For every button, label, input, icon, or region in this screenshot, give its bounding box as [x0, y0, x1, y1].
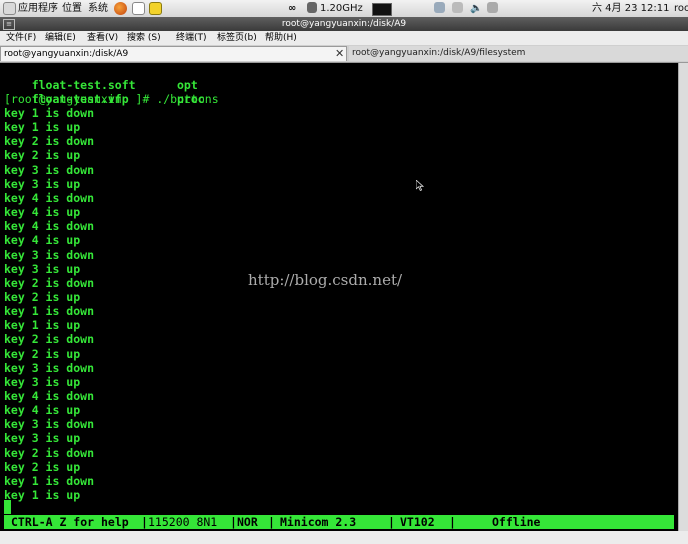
output-line: key 3 is up — [4, 374, 81, 389]
listing-line: float-test.vfp proc — [4, 78, 205, 106]
shell-prompt: [root@yangyuanxin ]# ./buttons — [4, 92, 219, 106]
minicom-version: Minicom 2.3 — [280, 515, 357, 529]
output-line: key 3 is down — [4, 360, 95, 375]
menu-edit[interactable]: 编辑(E) — [45, 31, 76, 45]
places-menu[interactable]: 位置 — [62, 2, 82, 15]
terminal-screen[interactable]: float-test.soft opt float-test.vfp proc [r… — [0, 63, 678, 531]
window-menu-icon[interactable]: ≡ — [3, 19, 15, 30]
output-line: key 3 is down — [4, 162, 95, 177]
mail-icon[interactable] — [132, 2, 145, 15]
output-line: key 1 is up — [4, 120, 81, 135]
menu-bar: 文件(F) 编辑(E) 查看(V) 搜索 (S) 终端(T) 标签页(b) 帮助… — [0, 31, 688, 45]
gnome-top-panel: 应用程序 位置 系统 ∞ 1.20GHz 🔈 六 4月 23 12:11 roo — [0, 0, 688, 18]
output-line: key 1 is up — [4, 318, 81, 333]
output-line: key 2 is down — [4, 134, 95, 149]
minicom-terminal-type: VT102 — [400, 515, 435, 529]
output-line: key 4 is up — [4, 403, 81, 418]
output-line: key 2 is up — [4, 289, 81, 304]
window-title: root@yangyuanxin:/disk/A9 — [281, 19, 407, 29]
output-line: key 1 is down — [4, 106, 95, 120]
minicom-help: CTRL-A Z for help — [11, 515, 129, 529]
output-line: key 4 is down — [4, 219, 95, 234]
firefox-icon[interactable] — [114, 2, 127, 15]
output-line: key 4 is up — [4, 205, 81, 220]
cpu-frequency: 1.20GHz — [320, 3, 363, 14]
menu-view[interactable]: 查看(V) — [87, 31, 118, 45]
network-icon[interactable] — [434, 2, 445, 13]
minicom-status: Offline — [492, 515, 541, 529]
system-menu[interactable]: 系统 — [88, 2, 108, 15]
menu-tabs[interactable]: 标签页(b) — [217, 31, 257, 45]
mouse-pointer-icon — [416, 180, 424, 191]
output-line: key 3 is up — [4, 261, 81, 276]
output-line: key 1 is up — [4, 488, 81, 503]
output-line: key 3 is down — [4, 247, 95, 262]
tab-close-icon[interactable]: ✕ — [335, 46, 344, 61]
minicom-mode: NOR — [237, 515, 258, 529]
battery-icon[interactable] — [487, 2, 498, 13]
listing-file: opt — [177, 78, 198, 92]
output-line: key 4 is down — [4, 190, 95, 205]
menu-search[interactable]: 搜索 (S) — [127, 31, 161, 45]
output-line: key 2 is down — [4, 445, 95, 460]
minicom-status-line: CTRL-A Z for help | 115200 8N1 | NOR | M… — [4, 515, 674, 529]
tab-disk-a9[interactable]: root@yangyuanxin:/disk/A9 — [0, 46, 347, 61]
menu-help[interactable]: 帮助(H) — [265, 31, 297, 45]
system-monitor-graph — [372, 3, 392, 16]
output-line: key 2 is down — [4, 275, 95, 290]
cpu-freq-icon — [307, 2, 317, 13]
window-titlebar[interactable]: ≡ root@yangyuanxin:/disk/A9 — [0, 17, 688, 31]
window-bottom-border — [0, 531, 688, 544]
applications-menu[interactable]: 应用程序 — [18, 2, 58, 15]
clock[interactable]: 六 4月 23 12:11 — [592, 2, 669, 15]
gnome-foot-icon — [3, 2, 16, 15]
watermark: http://blog.csdn.net/ — [248, 271, 403, 289]
listing-line: float-test.soft opt — [4, 64, 198, 92]
output-line: key 1 is down — [4, 304, 95, 319]
output-line: key 4 is down — [4, 389, 95, 403]
output-line: key 3 is up — [4, 431, 81, 446]
text-cursor — [4, 500, 11, 514]
output-line: key 3 is up — [4, 176, 81, 191]
volume-icon[interactable]: 🔈 — [470, 2, 482, 15]
printer-icon[interactable] — [452, 2, 463, 13]
output-line: key 2 is up — [4, 346, 81, 361]
output-line: key 2 is down — [4, 332, 95, 347]
menu-file[interactable]: 文件(F) — [6, 31, 36, 45]
tab-disk-a9-filesystem[interactable]: root@yangyuanxin:/disk/A9/filesystem — [349, 46, 688, 61]
output-line: key 3 is down — [4, 417, 95, 432]
output-line: key 2 is up — [4, 459, 81, 474]
terminal-scrollbar[interactable] — [678, 63, 688, 531]
notes-icon[interactable] — [149, 2, 162, 15]
output-line: key 1 is down — [4, 473, 95, 488]
output-line: key 2 is up — [4, 148, 81, 163]
minicom-baud: 115200 8N1 — [148, 515, 218, 529]
user-menu[interactable]: roo — [674, 2, 688, 15]
cpu-monitor-icon: ∞ — [288, 3, 297, 14]
output-line: key 4 is up — [4, 233, 81, 248]
menu-terminal[interactable]: 终端(T) — [176, 31, 207, 45]
